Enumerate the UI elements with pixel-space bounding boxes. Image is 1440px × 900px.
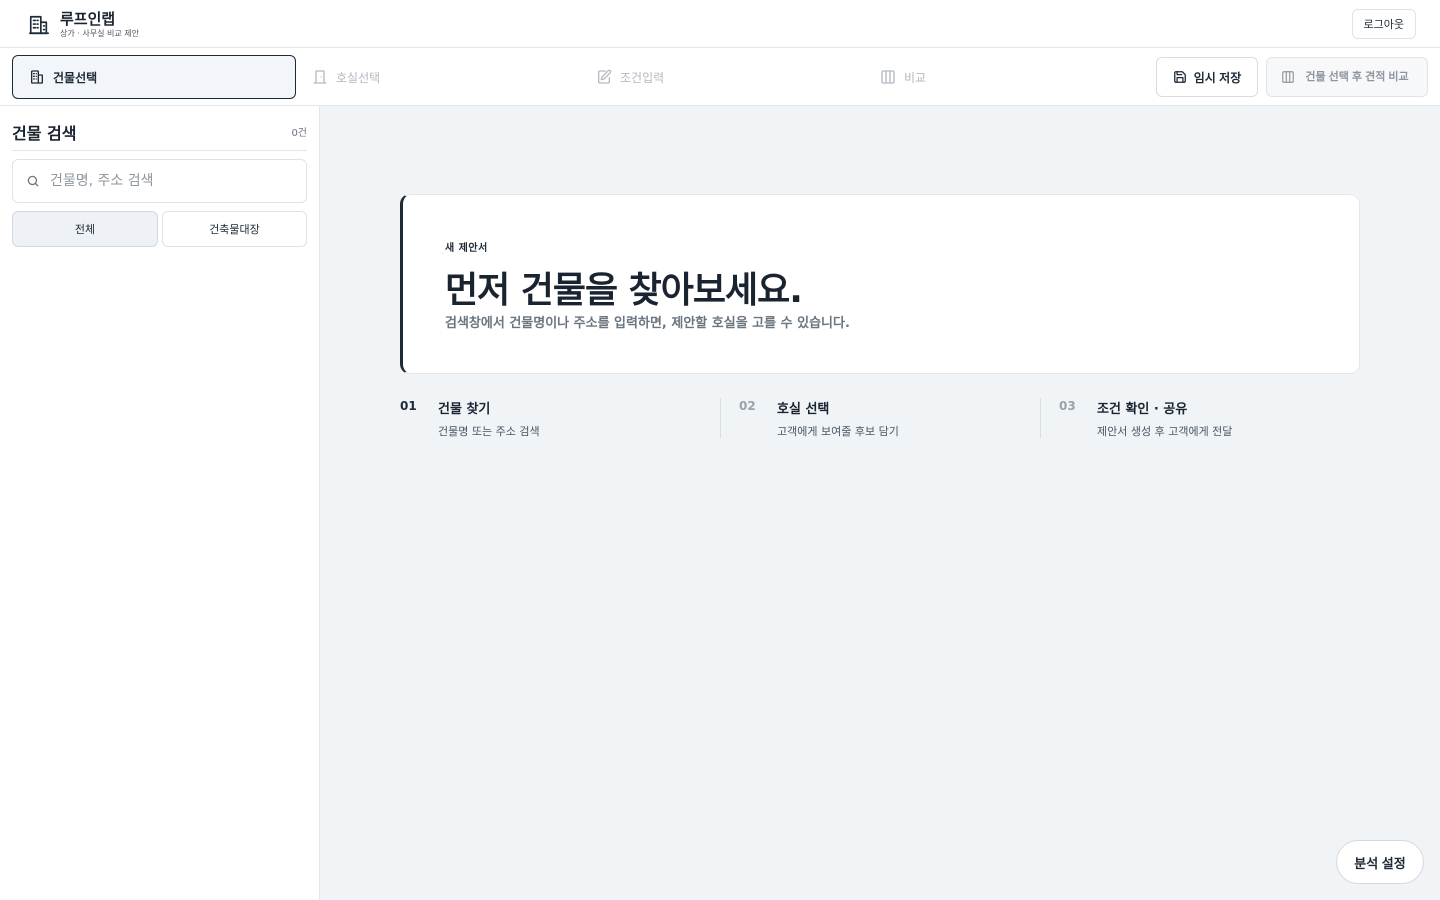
step-label: 비교	[904, 70, 927, 85]
guide-divider	[1040, 398, 1041, 438]
compare-label: 건물 선택 후 견적 비교	[1305, 70, 1409, 83]
building-search-panel: 건물 검색 0건 전체 건축물대장	[0, 106, 320, 900]
intro-eyebrow: 새 제안서	[445, 243, 488, 254]
search-field[interactable]	[12, 159, 307, 203]
brand[interactable]: 루프인랩 상가 · 사무실 비교 제안	[28, 10, 139, 40]
columns-icon	[880, 69, 896, 85]
compare-quotes-button[interactable]: 건물 선택 후 견적 비교	[1266, 57, 1428, 97]
guide-divider	[720, 398, 721, 438]
tab-unit-select[interactable]: 호실선택	[296, 55, 580, 99]
guide-number: 03	[1059, 399, 1076, 413]
logout-button[interactable]: 로그아웃	[1351, 9, 1416, 39]
search-icon	[26, 174, 40, 188]
step-navigation: 건물선택 호실선택 조건입력 비교 임시 저장 건물 선택 후 견적 비교	[0, 48, 1440, 106]
intro-title: 먼저 건물을 찾아보세요.	[445, 270, 803, 311]
brand-subtitle: 상가 · 사무실 비교 제안	[60, 29, 139, 38]
filter-all[interactable]: 전체	[12, 211, 158, 247]
main-content: 새 제안서 먼저 건물을 찾아보세요. 검색창에서 건물명이나 주소를 입력하면…	[320, 106, 1440, 900]
edit-icon	[596, 69, 612, 85]
brand-title: 루프인랩	[60, 10, 116, 28]
save-label: 임시 저장	[1193, 70, 1242, 85]
building-icon	[28, 14, 50, 36]
guide-step-2: 02 호실 선택 고객에게 보여줄 후보 담기	[739, 398, 1039, 438]
app-header: 루프인랩 상가 · 사무실 비교 제안 로그아웃	[0, 0, 1440, 48]
panel-header: 건물 검색 0건	[12, 120, 307, 151]
guide-title: 건물 찾기	[438, 402, 491, 417]
guide-number: 01	[400, 399, 417, 413]
guide-description: 고객에게 보여줄 후보 담기	[777, 425, 899, 438]
door-icon	[312, 69, 328, 85]
guide-number: 02	[739, 399, 756, 413]
guide-description: 제안서 생성 후 고객에게 전달	[1097, 425, 1233, 438]
analysis-settings-button[interactable]: 분석 설정	[1336, 840, 1424, 884]
step-label: 조건입력	[620, 70, 665, 85]
guide-step-3: 03 조건 확인 · 공유 제안서 생성 후 고객에게 전달	[1059, 398, 1359, 438]
tab-building-select[interactable]: 건물선택	[12, 55, 296, 99]
search-input[interactable]	[50, 173, 290, 189]
columns-icon	[1281, 70, 1295, 84]
intro-card: 새 제안서 먼저 건물을 찾아보세요. 검색창에서 건물명이나 주소를 입력하면…	[400, 194, 1360, 374]
step-label: 건물선택	[53, 70, 98, 85]
guide-description: 건물명 또는 주소 검색	[438, 425, 540, 438]
save-icon	[1173, 70, 1187, 84]
tab-conditions[interactable]: 조건입력	[580, 55, 864, 99]
filter-building-register[interactable]: 건축물대장	[162, 211, 307, 247]
guide-title: 조건 확인 · 공유	[1097, 402, 1188, 417]
temp-save-button[interactable]: 임시 저장	[1156, 57, 1258, 97]
intro-description: 검색창에서 건물명이나 주소를 입력하면, 제안할 호실을 고를 수 있습니다.	[445, 316, 850, 331]
result-count: 0건	[291, 128, 307, 139]
panel-title: 건물 검색	[12, 124, 77, 143]
tab-compare[interactable]: 비교	[864, 55, 1148, 99]
building-icon	[29, 69, 45, 85]
guide-step-1: 01 건물 찾기 건물명 또는 주소 검색	[400, 398, 700, 438]
step-label: 호실선택	[336, 70, 381, 85]
guide-title: 호실 선택	[777, 402, 830, 417]
